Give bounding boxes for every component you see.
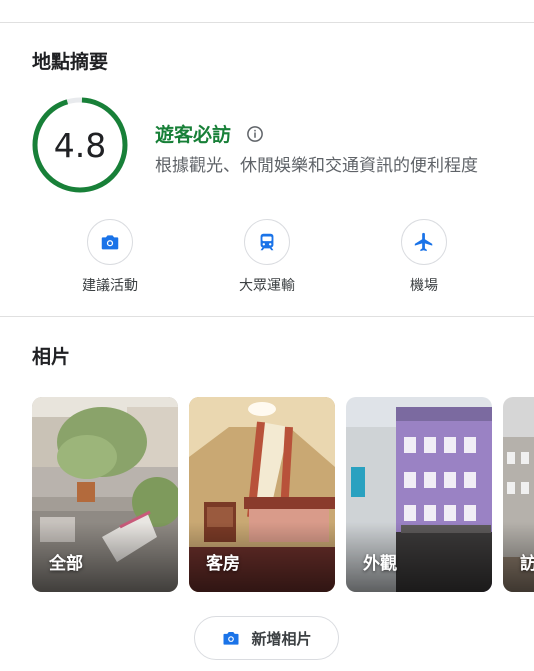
add-photo-button[interactable]: 新增相片: [194, 616, 339, 660]
photo-label-room: 客房: [206, 554, 240, 574]
photo-all[interactable]: 全部: [32, 397, 178, 592]
score-label: 遊客必訪: [155, 124, 232, 146]
category-activities-circle[interactable]: [87, 219, 133, 265]
top-divider: [0, 22, 534, 23]
info-icon[interactable]: [246, 125, 264, 143]
photos-title: 相片: [32, 346, 71, 368]
photo-visit[interactable]: 訪: [503, 397, 534, 592]
train-icon: [260, 233, 274, 251]
add-photo-label: 新增相片: [251, 629, 312, 648]
photo-label-all: 全部: [49, 554, 83, 574]
summary-title: 地點摘要: [32, 51, 109, 73]
category-transit-label: 大眾運輸: [239, 278, 295, 294]
category-transit-circle[interactable]: [244, 219, 290, 265]
category-activities-label: 建議活動: [82, 278, 138, 294]
camera-icon: [101, 235, 119, 250]
category-airport-label: 機場: [410, 278, 438, 294]
category-activities[interactable]: 建議活動: [50, 219, 170, 295]
camera-icon: [223, 632, 239, 645]
photo-label-exterior: 外觀: [363, 554, 397, 574]
photo-exterior[interactable]: 外觀: [346, 397, 492, 592]
score-value: 4.8: [53, 125, 107, 165]
airplane-icon: [414, 232, 433, 252]
photo-room[interactable]: 客房: [189, 397, 335, 592]
category-airport[interactable]: 機場: [364, 219, 484, 295]
category-airport-circle[interactable]: [401, 219, 447, 265]
section-divider: [0, 316, 534, 317]
photo-label-visit: 訪: [520, 554, 534, 574]
score-description: 根據觀光、休閒娛樂和交通資訊的便利程度: [155, 156, 478, 176]
category-transit[interactable]: 大眾運輸: [207, 219, 327, 295]
